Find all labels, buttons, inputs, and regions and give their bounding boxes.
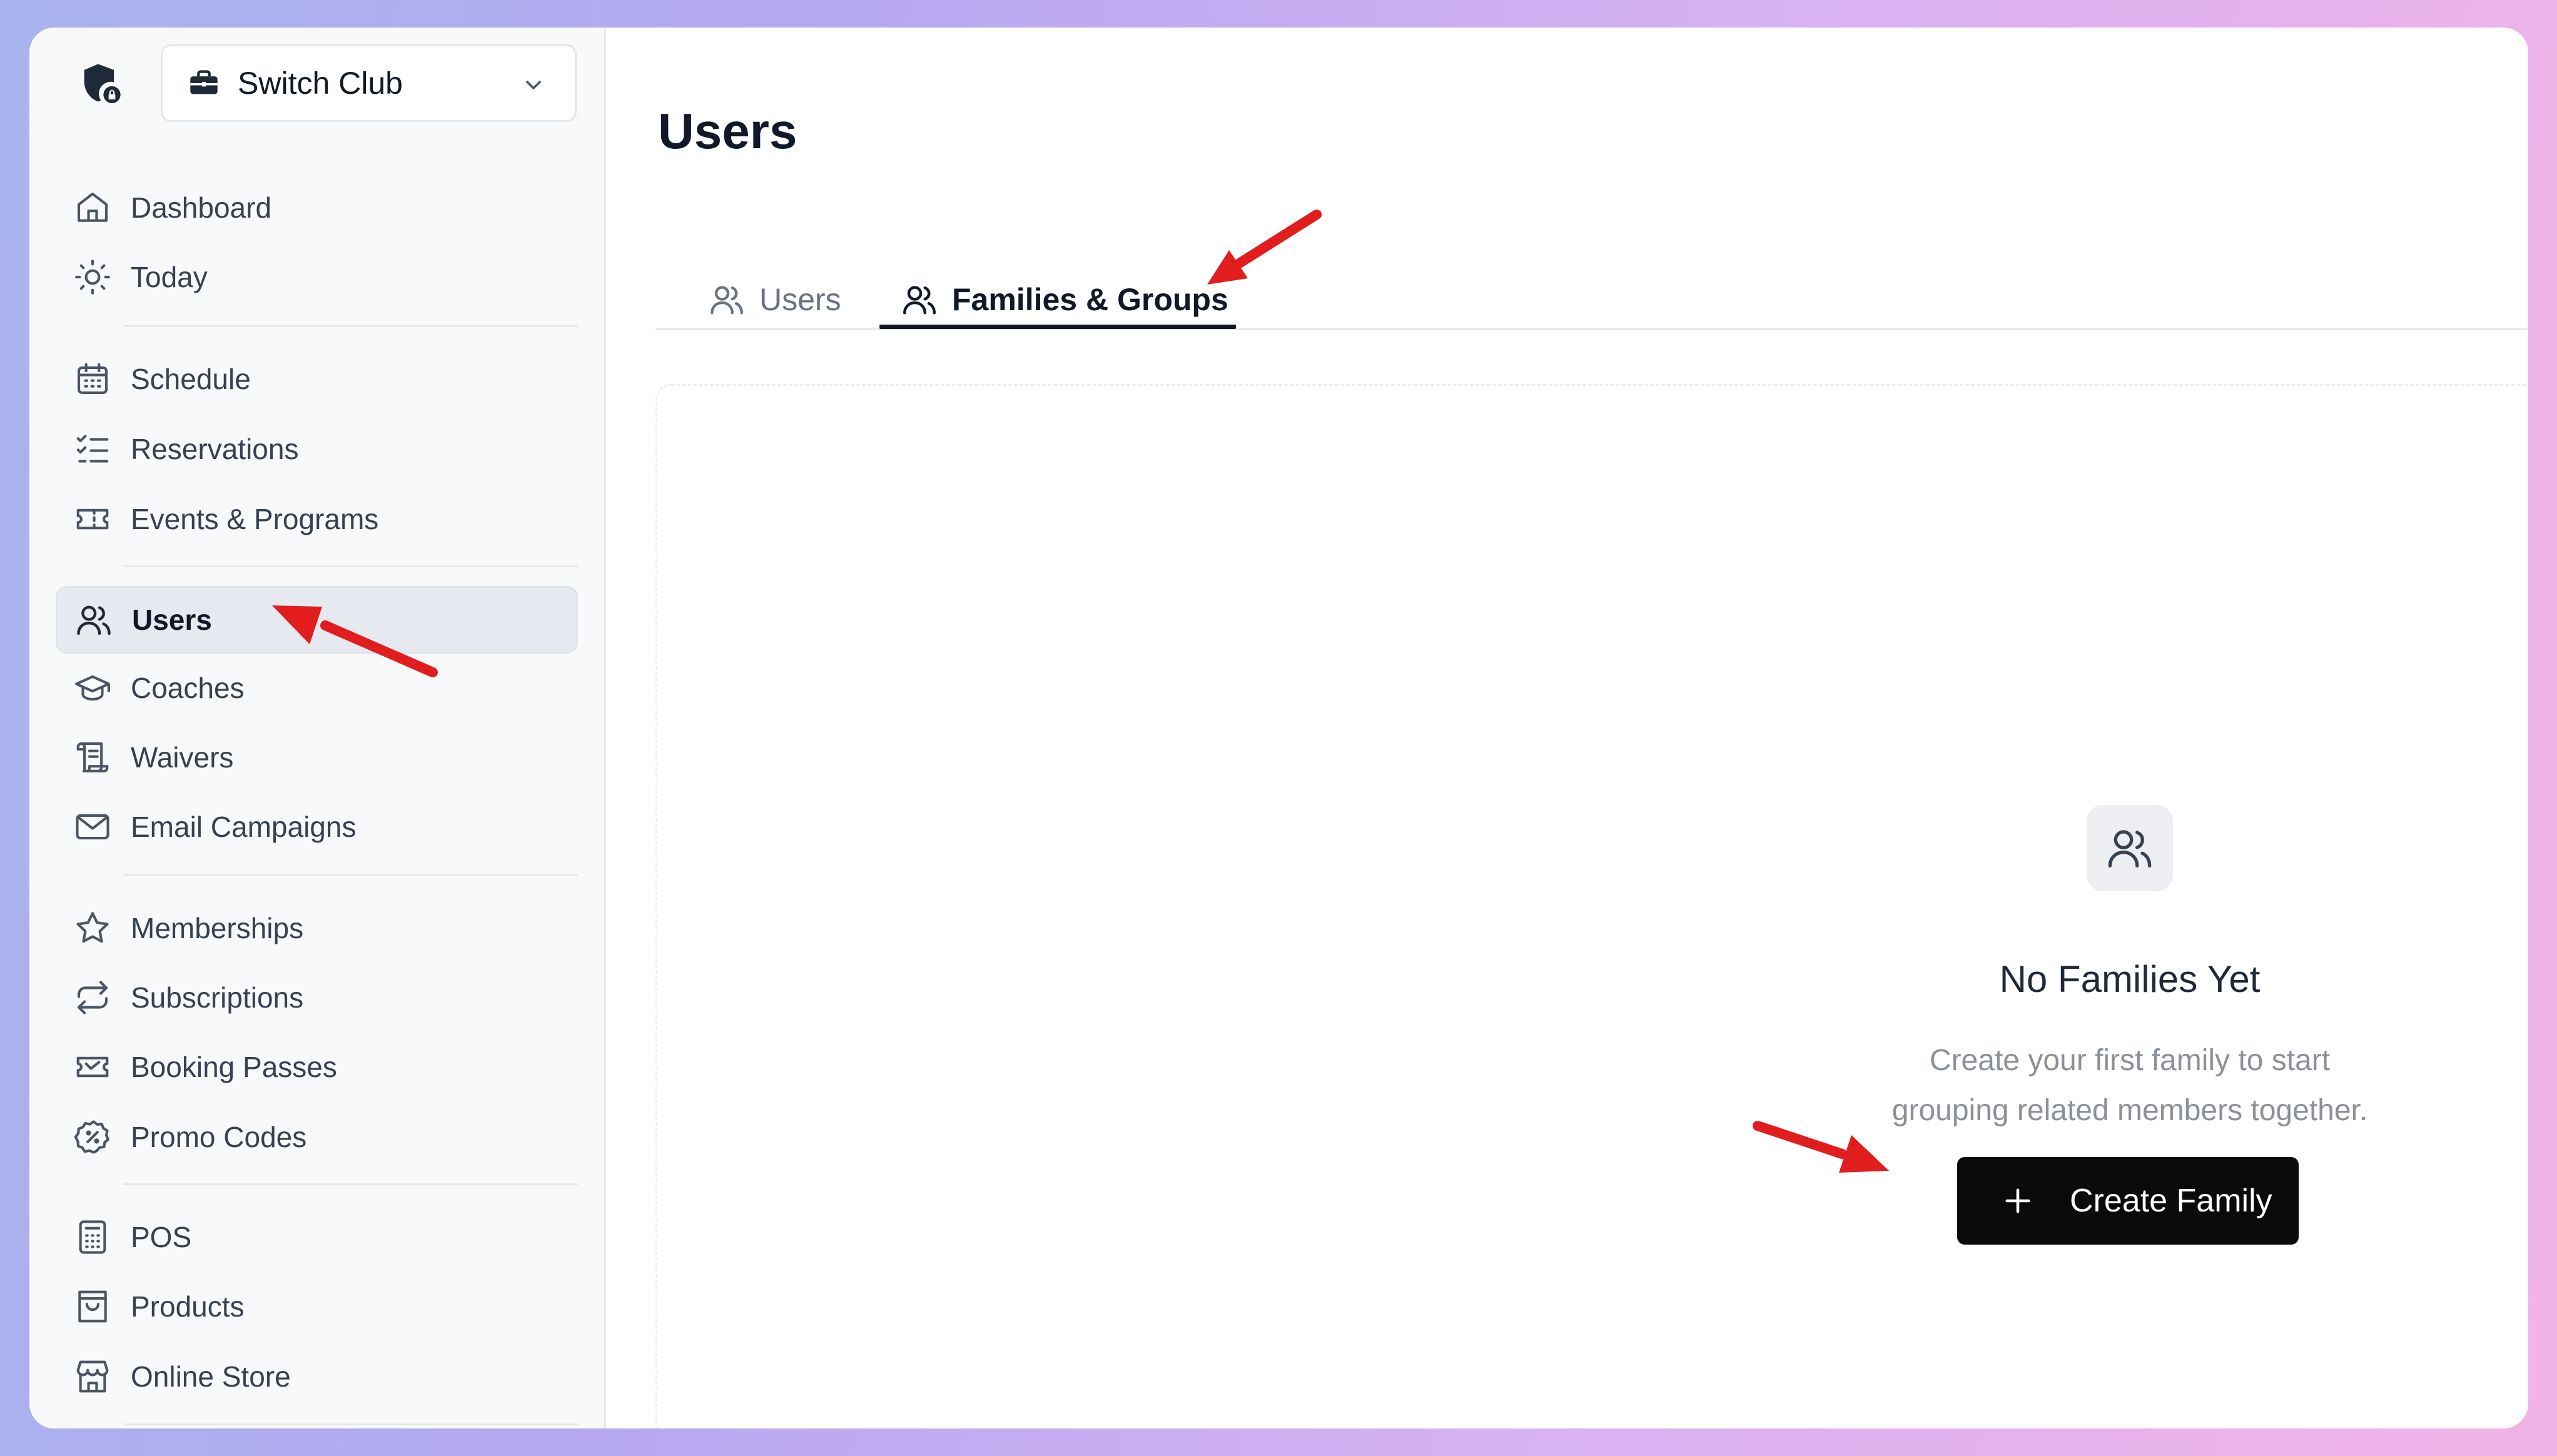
active-tab-indicator xyxy=(879,325,1236,329)
sidebar-item-label: Reservations xyxy=(131,433,299,465)
sidebar-divider xyxy=(123,1423,578,1425)
sidebar-item-label: Products xyxy=(131,1290,245,1323)
sidebar-item-online-store[interactable]: Online Store xyxy=(56,1343,578,1410)
sidebar-item-coaches[interactable]: Coaches xyxy=(56,654,578,722)
sidebar-item-label: Booking Passes xyxy=(131,1051,337,1083)
home-icon xyxy=(77,192,108,222)
discount-badge-icon xyxy=(74,1120,109,1154)
sidebar-item-pos[interactable]: POS xyxy=(56,1203,578,1271)
graduation-cap-icon xyxy=(75,675,110,701)
page-title: Users xyxy=(658,103,797,159)
empty-state-description-line: Create your first family to start xyxy=(1929,1044,2331,1077)
sidebar-item-label: Waivers xyxy=(131,741,234,774)
sidebar-item-label: Schedule xyxy=(131,363,251,395)
chevron-down-icon xyxy=(526,81,541,89)
star-icon xyxy=(76,912,109,943)
sidebar-item-email-campaigns[interactable]: Email Campaigns xyxy=(56,793,578,861)
sidebar-item-waivers[interactable]: Waivers xyxy=(56,724,578,791)
calculator-icon xyxy=(79,1220,106,1254)
mail-icon xyxy=(76,814,109,840)
sidebar-divider xyxy=(123,565,578,567)
sidebar-item-events-programs[interactable]: Events & Programs xyxy=(56,485,578,553)
shopping-bag-icon xyxy=(78,1290,107,1323)
sidebar-item-label: Memberships xyxy=(131,912,304,944)
sidebar-item-dashboard[interactable]: Dashboard xyxy=(56,174,578,241)
club-name: Switch Club xyxy=(238,66,403,101)
calendar-icon xyxy=(77,363,108,395)
empty-state-title: No Families Yet xyxy=(1999,958,2261,1000)
briefcase-icon xyxy=(190,70,218,94)
repeat-icon xyxy=(77,981,108,1014)
empty-state-description-line: grouping related members together. xyxy=(1891,1094,2368,1127)
tab-families-groups[interactable]: Families & Groups xyxy=(901,268,1228,331)
scroll-icon xyxy=(76,742,109,773)
families-panel xyxy=(656,384,2528,1428)
sidebar-item-label: Email Campaigns xyxy=(131,811,357,843)
ticket-icon xyxy=(76,508,109,530)
users-icon xyxy=(903,286,936,315)
sidebar-item-label: Online Store xyxy=(131,1360,291,1393)
app-window: Switch Club Dashboard Today Schedule Res… xyxy=(29,28,2528,1428)
sidebar-item-memberships[interactable]: Memberships xyxy=(56,894,578,962)
sidebar-item-label: Coaches xyxy=(131,672,245,704)
sun-icon xyxy=(75,260,110,295)
sidebar-item-today[interactable]: Today xyxy=(56,243,578,311)
sidebar-item-subscriptions[interactable]: Subscriptions xyxy=(56,964,578,1031)
sidebar-item-schedule[interactable]: Schedule xyxy=(56,345,578,413)
empty-state-description: Create your first family to start groupi… xyxy=(1849,1036,2411,1136)
users-icon xyxy=(77,605,111,635)
sidebar-item-label: Promo Codes xyxy=(131,1121,307,1153)
create-family-button[interactable]: Create Family xyxy=(1957,1157,2299,1245)
main-content: Users Users Families & Groups No Familie xyxy=(604,28,2528,1428)
sidebar-item-label: Today xyxy=(131,261,208,293)
users-icon xyxy=(2108,830,2152,867)
sidebar-item-label: Subscriptions xyxy=(131,981,304,1014)
sidebar-item-label: POS xyxy=(131,1221,192,1253)
sidebar-item-users[interactable]: Users xyxy=(56,586,578,654)
users-icon xyxy=(711,286,743,315)
tab-users[interactable]: Users xyxy=(708,268,841,331)
empty-state-icon-container xyxy=(2087,805,2173,891)
sidebar-item-products[interactable]: Products xyxy=(56,1273,578,1340)
sidebar-item-promo-codes[interactable]: Promo Codes xyxy=(56,1103,578,1171)
sidebar-item-booking-passes[interactable]: Booking Passes xyxy=(56,1033,578,1101)
sidebar: Switch Club Dashboard Today Schedule Res… xyxy=(29,28,606,1428)
club-selector[interactable]: Switch Club xyxy=(161,44,577,122)
list-check-icon xyxy=(76,435,109,463)
sidebar-divider xyxy=(123,1183,578,1185)
shield-lock-logo-icon xyxy=(84,64,121,104)
sidebar-item-label: Dashboard xyxy=(131,191,272,224)
create-family-label: Create Family xyxy=(2070,1183,2272,1219)
sidebar-item-label: Events & Programs xyxy=(131,503,379,535)
sidebar-divider xyxy=(123,325,578,327)
plus-icon xyxy=(2005,1188,2030,1213)
sidebar-item-reservations[interactable]: Reservations xyxy=(56,415,578,483)
tab-label: Users xyxy=(759,282,841,317)
sidebar-divider xyxy=(123,874,578,876)
tab-label: Families & Groups xyxy=(952,282,1228,317)
store-icon xyxy=(76,1360,109,1393)
pass-icon xyxy=(76,1056,109,1078)
sidebar-item-label: Users xyxy=(132,604,212,636)
